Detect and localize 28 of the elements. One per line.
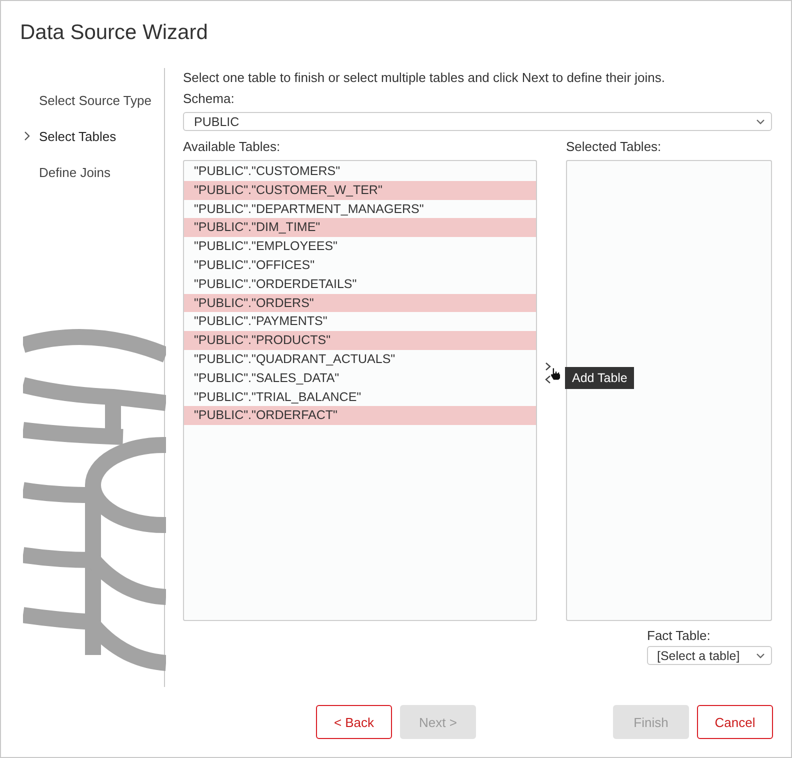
table-item[interactable]: "PUBLIC"."SALES_DATA": [184, 368, 536, 388]
fact-table-select[interactable]: [Select a table]: [647, 646, 772, 665]
table-item[interactable]: "PUBLIC"."DIM_TIME": [184, 218, 536, 238]
wizard-step[interactable]: Define Joins: [1, 154, 164, 190]
table-item[interactable]: "PUBLIC"."TRIAL_BALANCE": [184, 388, 536, 406]
table-item[interactable]: "PUBLIC"."QUADRANT_ACTUALS": [184, 350, 536, 369]
wizard-button[interactable]: Cancel: [697, 705, 773, 739]
fact-table-label: Fact Table:: [647, 628, 710, 643]
table-item[interactable]: "PUBLIC"."OFFICES": [184, 256, 536, 275]
schema-label: Schema:: [183, 91, 236, 106]
table-item[interactable]: "PUBLIC"."CUSTOMERS": [184, 162, 536, 181]
wizard-step[interactable]: Select Source Type: [1, 82, 164, 118]
available-tables-label: Available Tables:: [183, 139, 282, 154]
table-item[interactable]: "PUBLIC"."CUSTOMER_W_TER": [184, 180, 536, 200]
table-item[interactable]: "PUBLIC"."ORDERS": [184, 294, 536, 312]
instruction-text: Select one table to finish or select multiple tables and click Next to define their joins.: [183, 70, 666, 85]
schema-select[interactable]: PUBLIC: [183, 112, 772, 131]
table-item[interactable]: "PUBLIC"."DEPARTMENT_MANAGERS": [184, 200, 536, 218]
selected-tables-label: Selected Tables:: [566, 139, 662, 154]
table-item[interactable]: "PUBLIC"."PAYMENTS": [184, 312, 536, 332]
table-item[interactable]: "PUBLIC"."EMPLOYEES": [184, 237, 536, 256]
table-item[interactable]: "PUBLIC"."ORDERDETAILS": [184, 274, 536, 294]
tooltip: Add Table: [565, 367, 634, 389]
table-item[interactable]: "PUBLIC"."PRODUCTS": [184, 331, 536, 350]
wizard-step[interactable]: Select Tables: [1, 118, 164, 154]
table-item[interactable]: "PUBLIC"."ORDERFACT": [184, 406, 536, 426]
window-title: Data Source Wizard: [19, 20, 209, 46]
wizard-button[interactable]: < Back: [316, 705, 392, 739]
